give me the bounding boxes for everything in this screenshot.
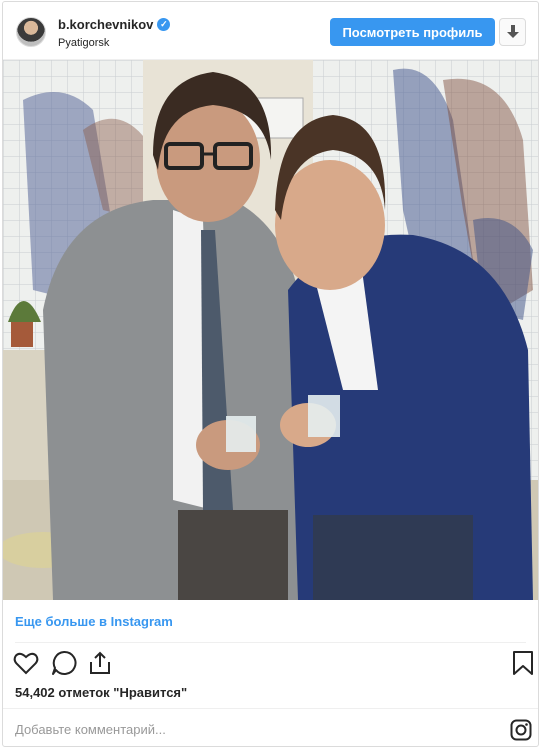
instagram-logo-icon[interactable] [510,719,532,741]
action-bar [13,650,533,678]
likes-count[interactable]: 54,402 отметок "Нравится" [15,685,187,700]
username-row: b.korchevnikov ✓ [58,17,171,32]
download-icon [506,25,519,38]
bookmark-icon[interactable] [510,650,536,676]
post-photo[interactable] [3,60,538,600]
verified-badge-icon: ✓ [157,18,171,31]
divider [3,708,538,709]
view-profile-button[interactable]: Посмотреть профиль [330,18,495,46]
instagram-embed-card: b.korchevnikov ✓ Pyatigorsk Посмотреть п… [2,1,539,747]
share-icon[interactable] [87,650,113,676]
download-button[interactable] [499,18,526,46]
post-photo-image [3,60,538,600]
comment-input[interactable] [15,718,495,740]
location-link[interactable]: Pyatigorsk [58,37,109,49]
more-on-instagram-link[interactable]: Еще больше в Instagram [15,614,173,629]
username-link[interactable]: b.korchevnikov [58,17,153,32]
post-header: b.korchevnikov ✓ Pyatigorsk Посмотреть п… [3,2,538,60]
divider [15,642,526,643]
comment-icon[interactable] [51,650,77,676]
avatar[interactable] [16,17,46,47]
heart-icon[interactable] [13,650,39,676]
